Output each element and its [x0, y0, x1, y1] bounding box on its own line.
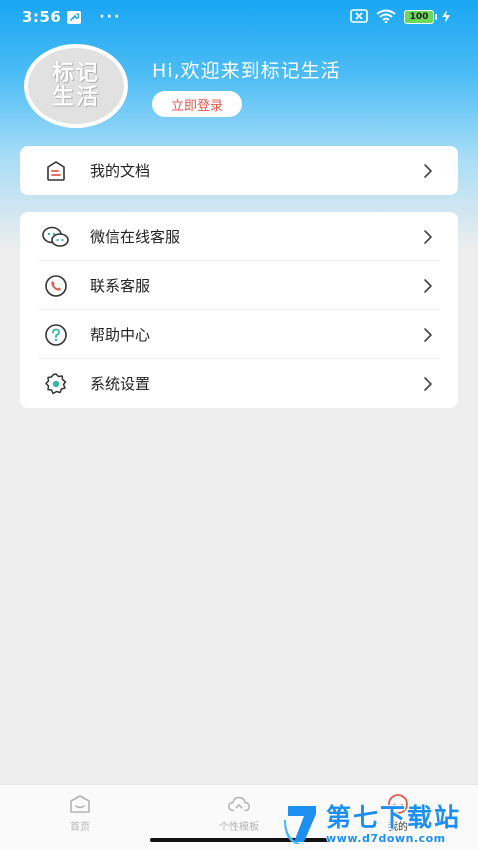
avatar-logo-text: 标记生活: [51, 61, 100, 110]
menu-item-label: 微信在线客服: [90, 228, 181, 246]
no-sim-icon: [350, 8, 368, 27]
menu-item-contact-service[interactable]: 联系客服: [20, 261, 458, 310]
charging-icon: [442, 8, 450, 27]
avatar[interactable]: 标记生活: [24, 44, 128, 128]
chevron-right-icon: [424, 278, 432, 293]
menu-item-help-center[interactable]: 帮助中心: [20, 310, 458, 359]
watermark-url: www.d7down.com: [326, 831, 446, 845]
settings-icon: [42, 370, 70, 398]
chevron-right-icon: [424, 327, 432, 342]
nav-label: 个性模板: [219, 822, 259, 833]
status-time: 3:56: [22, 8, 62, 26]
services-card: 微信在线客服 联系客服 帮助中心 系统设置: [20, 212, 458, 408]
status-left: 3:56 ···: [22, 8, 121, 26]
menu-item-label: 我的文档: [90, 162, 151, 180]
nav-item-templates[interactable]: 个性模板: [199, 793, 279, 833]
status-right: 100: [350, 8, 450, 27]
menu-item-wechat-service[interactable]: 微信在线客服: [20, 212, 458, 261]
menu-item-system-settings[interactable]: 系统设置: [20, 359, 458, 408]
nav-item-home[interactable]: 首页: [40, 793, 120, 833]
watermark: 第七下载站 www.d7down.com: [282, 798, 478, 850]
chevron-right-icon: [424, 376, 432, 391]
watermark-logo-icon: [284, 806, 316, 844]
wifi-icon: [376, 8, 396, 27]
phone-icon: [42, 272, 70, 300]
docs-card: 我的文档: [20, 146, 458, 195]
menu-item-my-documents[interactable]: 我的文档: [20, 146, 458, 195]
menu-item-label: 帮助中心: [90, 326, 151, 344]
help-icon: [42, 321, 70, 349]
greeting-text: Hi,欢迎来到标记生活: [152, 60, 341, 82]
nav-label: 首页: [70, 822, 90, 833]
cloud-icon: [227, 793, 251, 815]
battery-icon: 100: [404, 10, 437, 24]
status-bar: 3:56 ··· 100: [0, 0, 478, 34]
document-icon: [42, 157, 70, 185]
login-button[interactable]: 立即登录: [152, 91, 242, 117]
watermark-text: 第七下载站 www.d7down.com: [326, 802, 462, 845]
menu-item-label: 联系客服: [90, 277, 151, 295]
chevron-right-icon: [424, 229, 432, 244]
wechat-icon: [42, 223, 70, 251]
menu-item-label: 系统设置: [90, 375, 151, 393]
home-icon: [68, 793, 92, 815]
chevron-right-icon: [424, 163, 432, 178]
wrench-icon: [67, 10, 82, 24]
watermark-title: 第七下载站: [326, 802, 462, 832]
notification-dots: ···: [99, 9, 122, 25]
